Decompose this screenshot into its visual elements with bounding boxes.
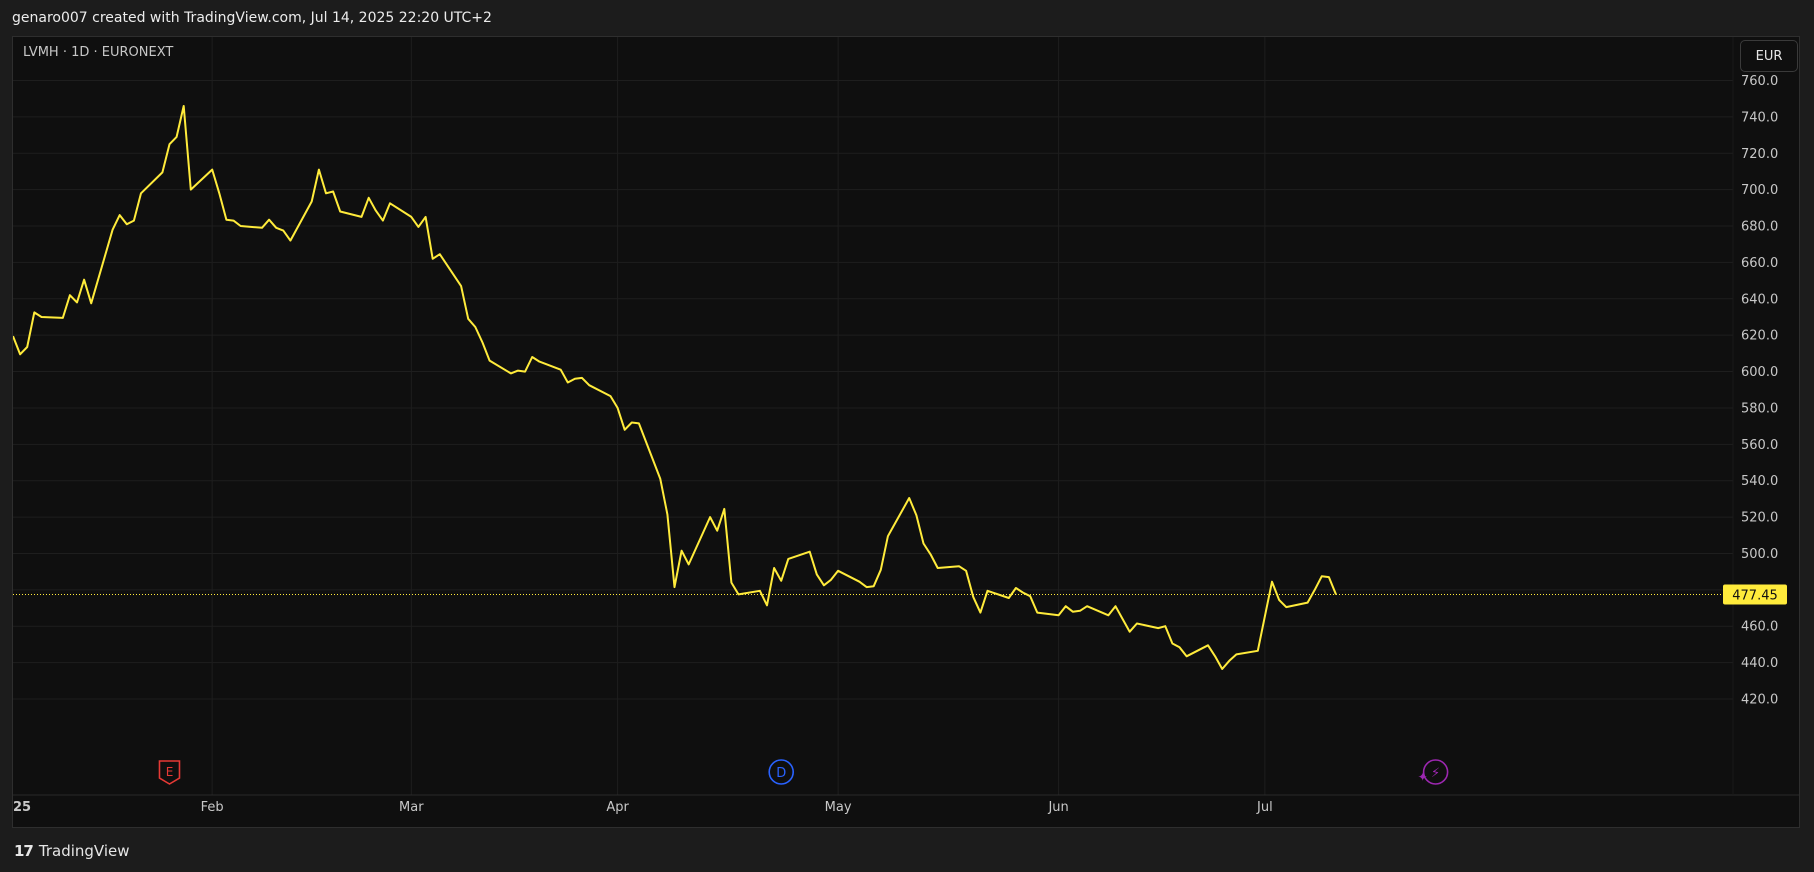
price-series-line xyxy=(13,105,1337,670)
y-tick-label: 420.0 xyxy=(1741,693,1778,708)
y-tick-label: 560.0 xyxy=(1741,438,1778,453)
currency-button[interactable]: EUR xyxy=(1740,40,1798,72)
y-tick-label: 720.0 xyxy=(1741,147,1778,162)
tradingview-logo[interactable]: 17 TradingView xyxy=(14,842,130,860)
y-tick-label: 580.0 xyxy=(1741,401,1778,416)
x-tick-label: Apr xyxy=(606,800,629,815)
x-tick-label: Feb xyxy=(201,800,224,815)
x-tick-label: Jul xyxy=(1256,800,1273,815)
tradingview-logo-icon: 17 xyxy=(14,842,34,860)
y-tick-label: 520.0 xyxy=(1741,511,1778,526)
x-tick-label: Jun xyxy=(1047,800,1068,815)
y-tick-label: 640.0 xyxy=(1741,292,1778,307)
y-tick-label: 680.0 xyxy=(1741,220,1778,235)
sparkle-icon: ✦ xyxy=(1418,770,1428,784)
chart-panel[interactable]: 420.0440.0460.0480.0500.0520.0540.0560.0… xyxy=(12,36,1800,828)
y-tick-label: 440.0 xyxy=(1741,656,1778,671)
x-tick-label: May xyxy=(825,800,852,815)
earnings-marker-label: E xyxy=(166,765,174,779)
tradingview-logo-text: TradingView xyxy=(38,842,130,860)
attribution-text: genaro007 created with TradingView.com, … xyxy=(12,10,492,26)
symbol-label[interactable]: LVMH · 1D · EURONEXT xyxy=(23,45,173,60)
dividend-marker-label: D xyxy=(776,766,786,781)
y-tick-label: 500.0 xyxy=(1741,547,1778,562)
price-chart[interactable]: 420.0440.0460.0480.0500.0520.0540.0560.0… xyxy=(13,37,1799,827)
y-tick-label: 660.0 xyxy=(1741,256,1778,271)
y-tick-label: 700.0 xyxy=(1741,183,1778,198)
y-tick-label: 760.0 xyxy=(1741,74,1778,89)
y-tick-label: 740.0 xyxy=(1741,110,1778,125)
y-tick-label: 620.0 xyxy=(1741,329,1778,344)
y-tick-label: 600.0 xyxy=(1741,365,1778,380)
split-marker-label: ⚡ xyxy=(1431,766,1440,781)
y-tick-label: 540.0 xyxy=(1741,474,1778,489)
y-tick-label: 460.0 xyxy=(1741,620,1778,635)
x-tick-label: Mar xyxy=(399,800,424,815)
last-price-label: 477.45 xyxy=(1732,588,1778,603)
x-tick-label: 25 xyxy=(13,800,31,815)
